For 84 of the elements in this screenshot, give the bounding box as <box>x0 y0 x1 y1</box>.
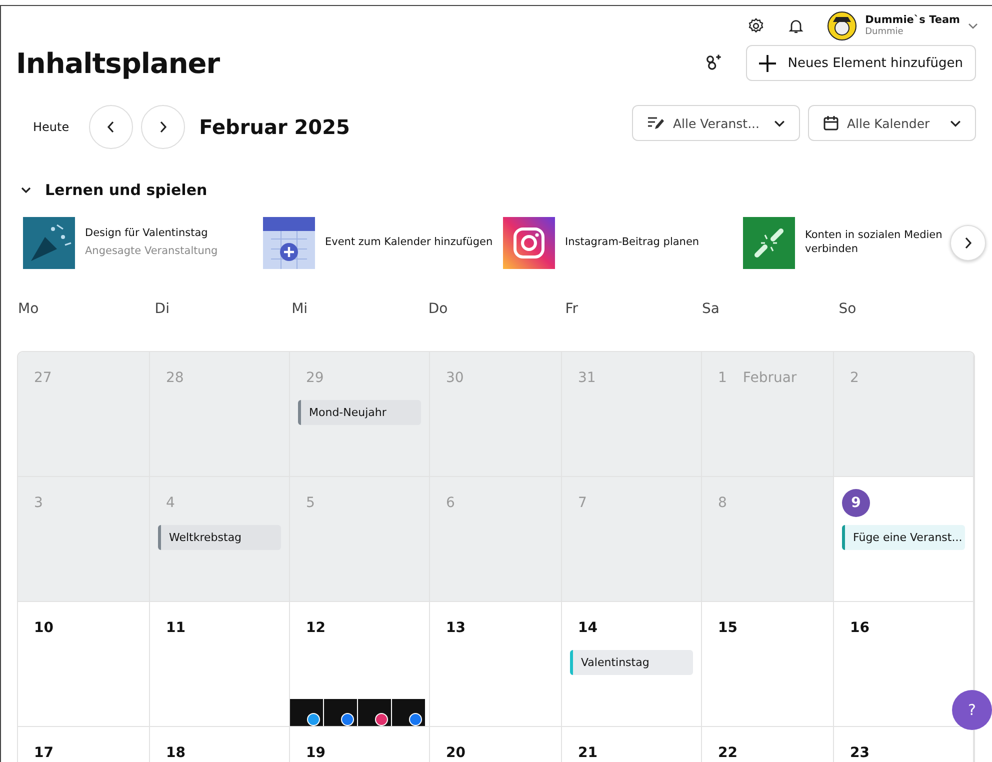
filter-pen-icon <box>647 116 665 130</box>
day-number: 15 <box>718 620 738 636</box>
day-number: 10 <box>34 620 54 636</box>
chevron-right-icon <box>964 237 972 249</box>
day-number: 19 <box>306 745 326 761</box>
day-cell[interactable]: 13 <box>430 602 562 727</box>
user-name: Dummie <box>865 26 904 38</box>
day-number: 16 <box>850 620 870 636</box>
party-horn-icon[interactable] <box>23 217 75 269</box>
chevron-down-icon <box>774 120 785 126</box>
post-thumbnail[interactable] <box>290 699 323 726</box>
calendar-add-icon[interactable] <box>263 217 315 269</box>
day-cell[interactable]: 12 <box>290 602 430 727</box>
day-number: 2 <box>850 370 859 386</box>
day-number: 31 <box>578 370 596 386</box>
settings-icon[interactable] <box>747 17 766 35</box>
chevron-down-icon <box>950 120 961 126</box>
month-title: Februar 2025 <box>199 115 350 139</box>
day-number: 21 <box>578 745 598 761</box>
day-number: 23 <box>850 745 870 761</box>
post-thumbnail[interactable] <box>392 699 425 726</box>
notification-bell-icon[interactable] <box>787 17 806 35</box>
event-chip[interactable]: Valentinstag <box>570 650 693 675</box>
help-button[interactable]: ? <box>952 690 992 730</box>
weekday-label: Do <box>428 301 449 319</box>
event-chip[interactable]: Weltkrebstag <box>158 525 281 550</box>
day-number: 17 <box>34 745 54 761</box>
weekday-label: Mi <box>292 301 309 319</box>
avatar-icon[interactable] <box>827 11 858 41</box>
day-number: 12 <box>306 620 326 636</box>
day-number: 9 <box>842 489 870 517</box>
post-thumbnail[interactable] <box>324 699 357 726</box>
day-number: 29 <box>306 370 324 386</box>
plus-icon <box>758 54 776 72</box>
camera-icon[interactable] <box>503 217 555 269</box>
filter-dropdown[interactable]: Alle Kalender <box>808 105 976 141</box>
card-title[interactable]: Instagram-Beitrag planen <box>565 236 700 250</box>
day-number: 18 <box>166 745 186 761</box>
day-number: 14 <box>578 620 598 636</box>
weekday-label: Fr <box>565 301 579 319</box>
day-number: 1 <box>718 370 727 386</box>
section-title: Lernen und spielen <box>45 181 208 199</box>
calendar-icon <box>823 115 839 131</box>
weekday-label: So <box>838 301 858 319</box>
broken-link-icon[interactable] <box>743 217 795 269</box>
day-number: 27 <box>34 370 52 386</box>
day-number: 5 <box>306 495 315 511</box>
day-number: 6 <box>446 495 455 511</box>
post-thumbnail[interactable] <box>358 699 391 726</box>
day-number: 22 <box>718 745 738 761</box>
filter-dropdown[interactable]: Alle Veranst... <box>632 105 800 141</box>
day-number: 30 <box>446 370 464 386</box>
day-number: 20 <box>446 745 466 761</box>
day-number: 28 <box>166 370 184 386</box>
card-title[interactable]: Event zum Kalender hinzufügen <box>325 236 493 250</box>
day-number: 3 <box>34 495 43 511</box>
day-cell[interactable]: 11 <box>150 602 290 727</box>
event-chip[interactable]: Füge eine Veranst... <box>842 525 965 550</box>
day-cell[interactable]: 9 Füge eine Veranst... <box>834 477 974 602</box>
today-button[interactable]: Heute <box>19 120 82 134</box>
day-number: 11 <box>166 620 186 636</box>
day-cell[interactable]: 10 <box>18 602 150 727</box>
card-title[interactable]: Konten in sozialen Medien verbinden <box>805 229 950 257</box>
day-number: 13 <box>446 620 466 636</box>
chevron-left-icon <box>107 121 116 133</box>
day-cell[interactable]: 14 Valentinstag <box>562 602 702 727</box>
new-element-button[interactable]: Neues Element hinzufügen <box>746 45 976 81</box>
weekday-label: Mo <box>18 301 40 319</box>
day-number: 7 <box>578 495 587 511</box>
page-title: Inhaltsplaner <box>16 46 220 80</box>
card-subtitle: Angesagte Veranstaltung <box>85 245 218 259</box>
day-number: 8 <box>718 495 727 511</box>
card-title[interactable]: Design für Valentinstag <box>85 227 218 241</box>
day-number: 4 <box>166 495 175 511</box>
team-name: Dummie`s Team <box>865 14 960 27</box>
weekday-label: Di <box>154 301 170 319</box>
day-cell[interactable]: 29 Mond-Neujahr <box>290 352 430 477</box>
weekday-label: Sa <box>702 301 720 319</box>
month-label: Februar <box>742 370 797 386</box>
event-chip[interactable]: Mond-Neujahr <box>298 400 421 425</box>
day-cell[interactable]: 15 <box>702 602 834 727</box>
chevron-right-icon <box>159 121 168 133</box>
day-cell[interactable]: 4 Weltkrebstag <box>150 477 290 602</box>
chevron-down-icon[interactable] <box>21 187 31 193</box>
